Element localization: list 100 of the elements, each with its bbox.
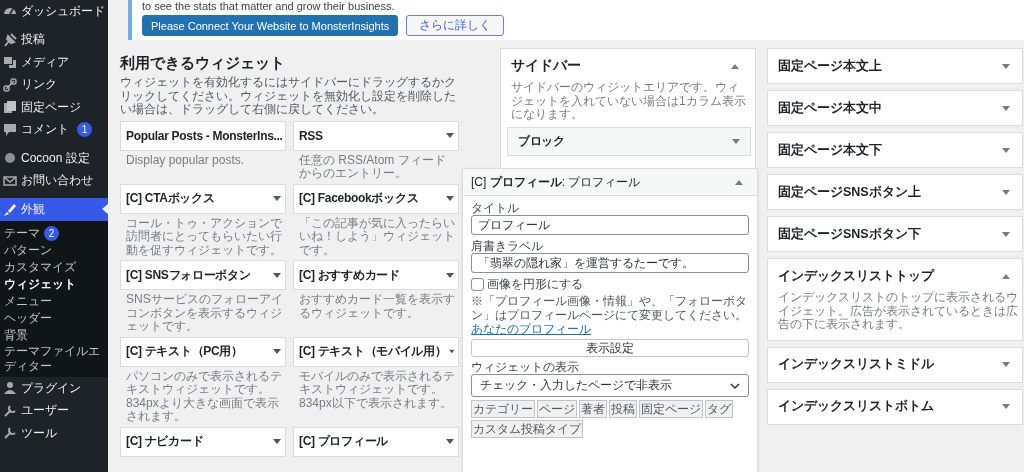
- menu-item[interactable]: リンク: [0, 73, 108, 96]
- toggle-caret-icon[interactable]: [1002, 105, 1010, 111]
- filter-tab[interactable]: タグ: [705, 400, 733, 418]
- menu-label: 外観: [21, 201, 45, 218]
- widget-description: 「この記事が気に入ったらいいね！しよう」ウィジェットです。: [299, 216, 456, 257]
- menu-item[interactable]: 固定ページ: [0, 96, 108, 119]
- menu-item[interactable]: 外観: [0, 198, 108, 221]
- filter-tab[interactable]: カスタム投稿タイプ: [471, 420, 583, 438]
- widget-area-description: インデックスリストのトップに表示されるウイジェット。広告が表示されているときは広告の下に表示されます。: [778, 291, 1018, 332]
- widget-card[interactable]: [C] おすすめカード: [293, 260, 459, 290]
- widget-card[interactable]: [C] ナビカード: [120, 426, 286, 457]
- toggle-caret-icon[interactable]: [1002, 273, 1010, 279]
- caret-icon: [273, 196, 281, 201]
- menu-item[interactable]: ダッシュボード: [0, 0, 108, 23]
- notice-text: to see the stats that matter and grow their business.: [142, 0, 396, 13]
- widget-description: SNSサービスのフォローアイコンボタンを表示するウィジェットです。: [126, 293, 284, 334]
- widget-card[interactable]: ブロック: [507, 126, 751, 156]
- learn-more-button[interactable]: さらに詳しく: [406, 15, 505, 36]
- widget-card[interactable]: [C] プロフィール: [293, 426, 459, 457]
- toggle-caret-icon[interactable]: [731, 63, 739, 69]
- menu-label: 固定ページ: [21, 98, 81, 116]
- toggle-caret-icon[interactable]: [1002, 189, 1010, 195]
- widget-card[interactable]: [C] SNSフォローボタン: [120, 260, 286, 290]
- comment-icon: [3, 122, 17, 137]
- menu-label: プラグイン: [21, 379, 81, 397]
- widget-card[interactable]: [C] テキスト（モバイル用）: [293, 336, 459, 367]
- menu-label: ユーザー: [21, 402, 69, 420]
- submenu-item[interactable]: 背景: [0, 327, 108, 344]
- widget-description: Display popular posts.: [126, 153, 246, 167]
- widget-title: [C] CTAボックス: [126, 190, 215, 207]
- widget-card[interactable]: [C] CTAボックス: [120, 183, 286, 214]
- checkbox-label: 画像を円形にする: [487, 277, 583, 291]
- brush-icon: [3, 202, 17, 217]
- widget-area-title: インデックスリストボトム: [778, 398, 934, 415]
- widget-card[interactable]: [C] Facebookボックス: [293, 183, 459, 214]
- submenu-item[interactable]: ウィジェット: [0, 276, 108, 293]
- caret-icon: [273, 272, 281, 278]
- widget-area-title: インデックスリストミドル: [778, 356, 934, 373]
- widget-card[interactable]: Popular Posts - MonsterIns...: [120, 120, 286, 151]
- submenu-label: ウィジェット: [4, 277, 76, 292]
- widget-card[interactable]: RSS: [293, 120, 459, 151]
- page-icon: [3, 100, 17, 115]
- toggle-caret-icon[interactable]: [732, 138, 740, 144]
- checkbox[interactable]: [471, 277, 484, 291]
- wrench-icon: [3, 403, 17, 418]
- note-text: ※「プロフィール画像・情報」や、「フォローボタン」はプロフィールページにて変更してください。: [471, 294, 748, 322]
- caret-icon: [448, 349, 454, 354]
- submenu-label: ヘッダー: [4, 311, 52, 326]
- filter-tab[interactable]: ページ: [537, 400, 577, 418]
- menu-label: ダッシュボード: [21, 2, 105, 20]
- user-icon: [3, 381, 17, 396]
- circle-icon: [3, 151, 17, 166]
- menu-item[interactable]: メディア: [0, 51, 108, 74]
- menu-label: ツール: [21, 424, 57, 442]
- toggle-caret-icon[interactable]: [1002, 362, 1010, 367]
- widget-area-title: 固定ページ本文中: [778, 99, 882, 117]
- submenu-label: メニュー: [4, 294, 52, 309]
- menu-item[interactable]: 投稿: [0, 28, 108, 51]
- submenu-label: パターン: [4, 243, 52, 258]
- filter-tab[interactable]: 投稿: [609, 400, 637, 418]
- caret-icon: [446, 272, 454, 278]
- menu-item[interactable]: ツール: [0, 422, 108, 445]
- submenu-item[interactable]: ヘッダー: [0, 310, 108, 327]
- submenu-item[interactable]: カスタマイズ: [0, 259, 108, 276]
- section-description: ウィジェットを有効化するにはサイドバーにドラッグするかクリックしてください。ウィジェットを無効化し設定を削除したい場合は、ドラッグして右側に戻してください。: [120, 76, 457, 117]
- submenu-item[interactable]: パターン: [0, 242, 108, 259]
- caret-icon: [446, 133, 454, 138]
- menu-item[interactable]: プラグイン: [0, 377, 108, 400]
- widget-description: パソコンのみで表示されるテキストウィジェットです。834pxより大きな画面で表示されます。: [126, 369, 283, 424]
- menu-item[interactable]: お問い合わせ: [0, 169, 108, 192]
- display-settings-button[interactable]: 表示設定: [471, 339, 749, 357]
- filter-tab[interactable]: 固定ページ: [639, 400, 703, 418]
- connect-button[interactable]: Please Connect Your Website to MonsterInsights: [142, 15, 399, 36]
- widget-area-title: 固定ページSNSボタン下: [778, 225, 921, 243]
- visibility-select[interactable]: チェック・入力したページで非表示: [471, 374, 749, 397]
- toggle-caret-icon[interactable]: [1002, 231, 1010, 237]
- caption-input-field[interactable]: 「翡翠の隠れ家」を運営するたーです。: [471, 253, 749, 273]
- filter-tab[interactable]: 著者: [579, 400, 607, 418]
- field-label: 肩書きラベル: [471, 239, 543, 253]
- menu-item[interactable]: Cocoon 設定: [0, 147, 108, 170]
- menu-item[interactable]: ユーザー: [0, 399, 108, 422]
- toggle-caret-icon[interactable]: [1002, 404, 1010, 409]
- field-label: ウィジェットの表示: [471, 360, 579, 374]
- widget-title: [C] SNSフォローボタン: [126, 266, 251, 284]
- profile-link[interactable]: あなたのプロフィール: [471, 322, 591, 336]
- widget-area-title: 固定ページ本文下: [778, 141, 882, 159]
- submenu-item[interactable]: メニュー: [0, 293, 108, 310]
- widget-area-title: 固定ページ本文上: [778, 57, 882, 75]
- toggle-caret-icon[interactable]: [1002, 147, 1010, 153]
- widget-card[interactable]: [C] テキスト（PC用）: [120, 336, 286, 367]
- toggle-caret-icon[interactable]: [1002, 63, 1010, 69]
- title-input-field[interactable]: プロフィール: [471, 215, 749, 235]
- current-pointer-icon: [102, 204, 108, 214]
- filter-tab[interactable]: カテゴリー: [471, 400, 535, 418]
- menu-item[interactable]: コメント 1: [0, 118, 108, 141]
- menu-label: Cocoon 設定: [21, 149, 90, 167]
- submenu-item[interactable]: テーマ 2: [0, 225, 108, 242]
- toggle-caret-icon[interactable]: [735, 179, 743, 185]
- count-badge: 1: [77, 122, 92, 138]
- submenu-label: カスタマイズ: [4, 260, 76, 275]
